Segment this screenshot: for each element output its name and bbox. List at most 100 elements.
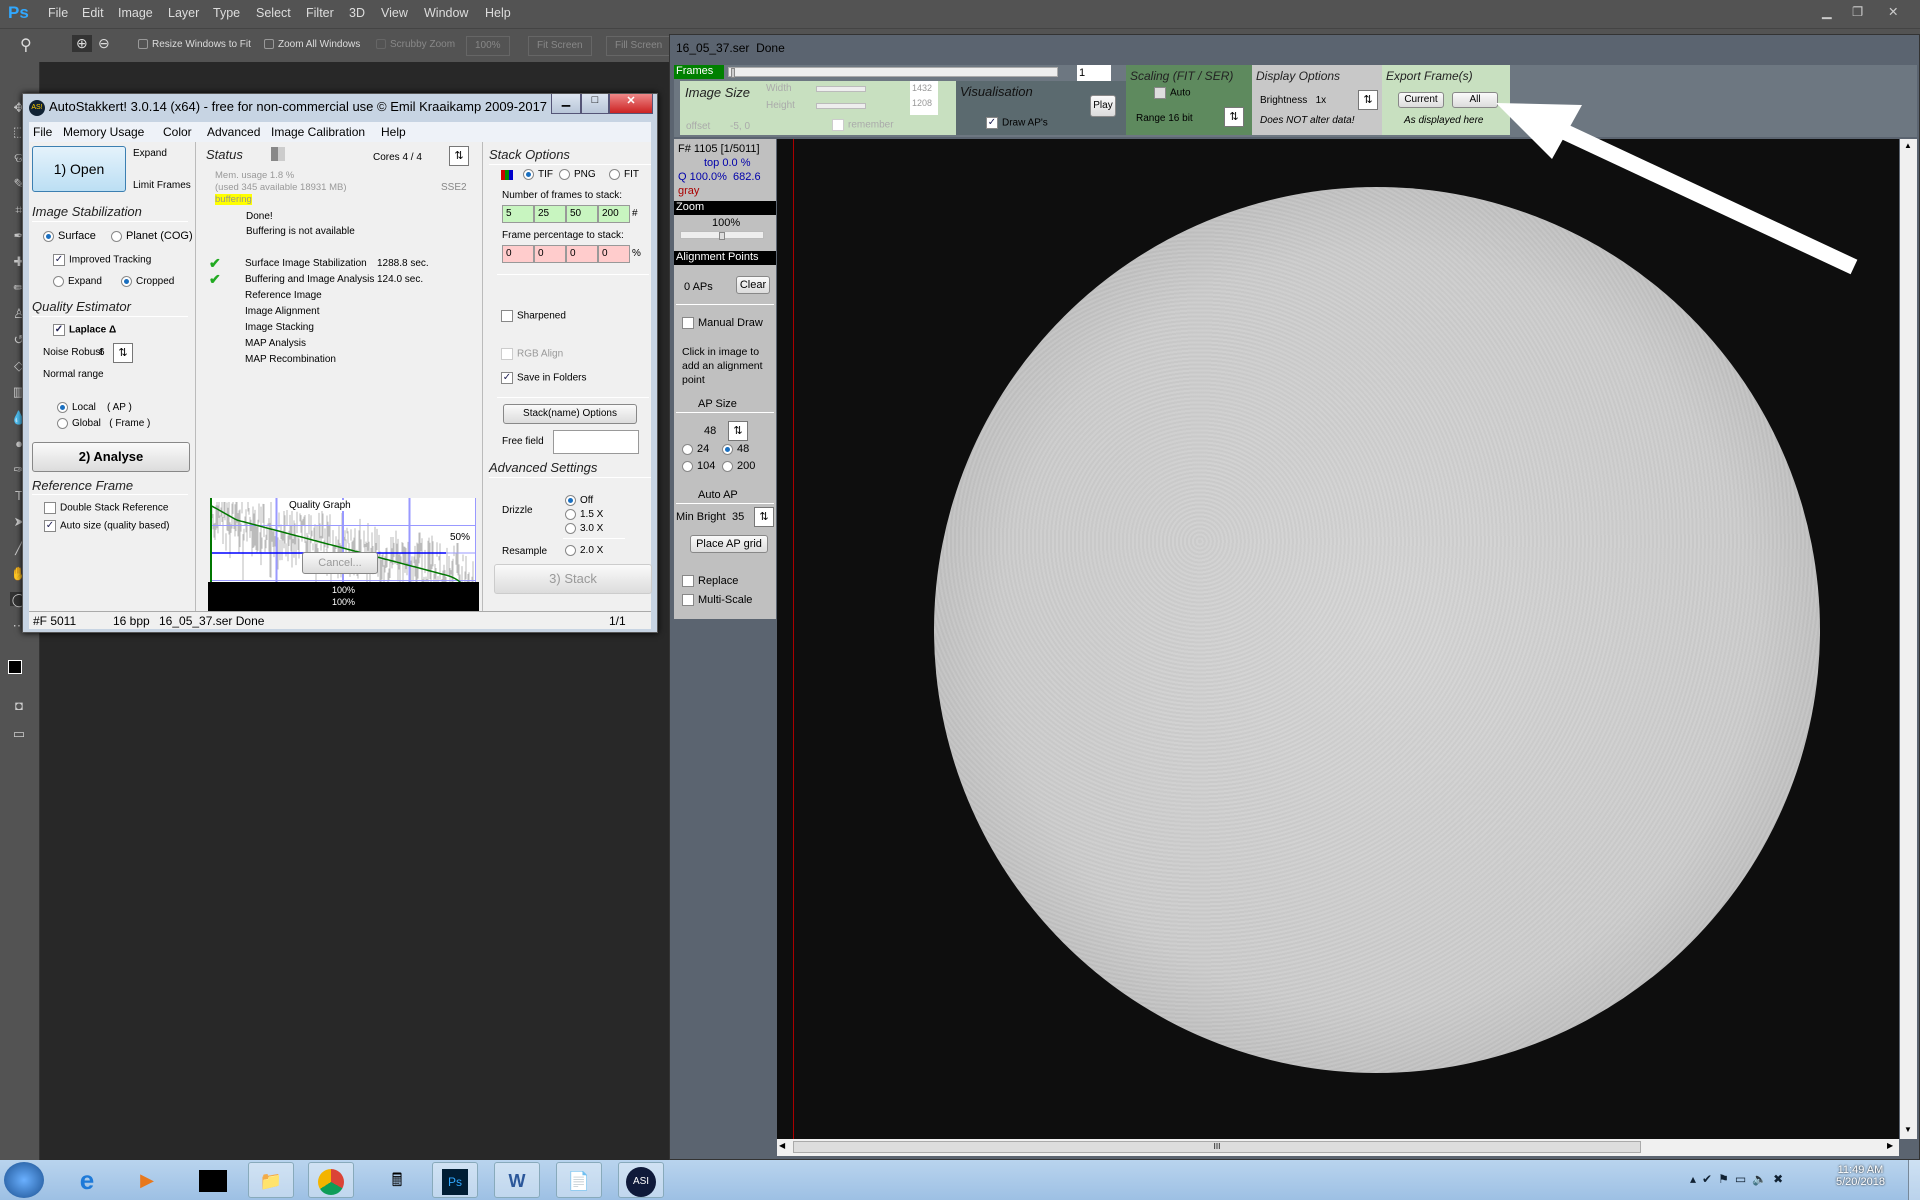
menu-3d[interactable]: 3D bbox=[349, 6, 365, 20]
as-menu-color[interactable]: Color bbox=[163, 125, 192, 139]
file-explorer-icon[interactable]: 📁 bbox=[248, 1162, 294, 1198]
cropped-radio[interactable]: Cropped bbox=[121, 276, 174, 287]
free-field-input[interactable] bbox=[553, 430, 639, 454]
menu-window[interactable]: Window bbox=[424, 6, 468, 20]
ap-size-spinner-icon[interactable]: ⇅ bbox=[728, 421, 748, 441]
hscroll-thumb[interactable]: III bbox=[793, 1141, 1641, 1153]
auto-scaling-checkbox[interactable]: Auto bbox=[1154, 87, 1191, 99]
ap-size-48-radio[interactable]: 48 bbox=[722, 443, 749, 455]
multi-scale-checkbox[interactable]: Multi-Scale bbox=[682, 594, 752, 607]
manual-draw-checkbox[interactable]: Manual Draw bbox=[682, 317, 763, 330]
scroll-up-icon[interactable]: ▲ bbox=[1904, 141, 1912, 150]
chrome-icon[interactable] bbox=[308, 1162, 354, 1198]
png-radio[interactable]: PNG bbox=[559, 169, 596, 180]
global-radio[interactable]: Global ( Frame ) bbox=[57, 418, 150, 429]
width-slider[interactable] bbox=[816, 86, 866, 92]
scroll-left-icon[interactable]: ◀ bbox=[779, 1141, 785, 1150]
auto-size-checkbox[interactable]: ✓ Auto size (quality based) bbox=[44, 520, 170, 532]
save-in-folders-checkbox[interactable]: ✓ Save in Folders bbox=[501, 372, 586, 384]
menu-select[interactable]: Select bbox=[256, 6, 291, 20]
menu-type[interactable]: Type bbox=[213, 6, 240, 20]
calculator-icon[interactable]: 🖩 bbox=[374, 1162, 420, 1198]
notepad-icon[interactable]: 📄 bbox=[556, 1162, 602, 1198]
menu-view[interactable]: View bbox=[381, 6, 408, 20]
drizzle-off-radio[interactable]: Off bbox=[565, 495, 593, 506]
pct-field-4[interactable]: 0 bbox=[598, 245, 630, 263]
show-desktop-button[interactable] bbox=[1908, 1160, 1920, 1200]
resample-20-radio[interactable]: 2.0 X bbox=[565, 545, 603, 556]
fill-screen-button[interactable]: Fill Screen bbox=[606, 36, 672, 56]
media-player-icon[interactable]: ▶ bbox=[124, 1162, 170, 1198]
clear-aps-button[interactable]: Clear bbox=[736, 276, 770, 294]
zoom-slider-thumb[interactable] bbox=[719, 232, 725, 240]
menu-layer[interactable]: Layer bbox=[168, 6, 199, 20]
min-bright-spinner-icon[interactable]: ⇅ bbox=[754, 507, 774, 527]
open-button[interactable]: 1) Open bbox=[32, 146, 126, 192]
frames-slider-thumb[interactable] bbox=[731, 68, 735, 78]
menu-help[interactable]: Help bbox=[485, 6, 511, 20]
stack-button[interactable]: 3) Stack bbox=[494, 564, 652, 594]
menu-filter[interactable]: Filter bbox=[306, 6, 334, 20]
fit-screen-button[interactable]: Fit Screen bbox=[528, 36, 592, 56]
quick-mask-icon[interactable]: ◘ bbox=[10, 698, 28, 713]
surface-radio[interactable]: Surface bbox=[43, 230, 96, 242]
clock[interactable]: 11:49 AM 5/20/2018 bbox=[1836, 1164, 1885, 1188]
zoom-out-icon[interactable]: ⊖ bbox=[98, 35, 110, 52]
foreground-color-swatch[interactable] bbox=[8, 660, 22, 674]
close-icon[interactable]: ✕ bbox=[1888, 4, 1898, 19]
start-button-icon[interactable] bbox=[4, 1162, 44, 1198]
drizzle-30-radio[interactable]: 3.0 X bbox=[565, 523, 603, 534]
height-slider[interactable] bbox=[816, 103, 866, 109]
solar-image-canvas[interactable] bbox=[777, 139, 1899, 1139]
scrubby-zoom-checkbox[interactable]: Scrubby Zoom bbox=[376, 39, 455, 50]
horizontal-scrollbar[interactable]: ◀ III ▶ bbox=[777, 1139, 1899, 1156]
analyse-button[interactable]: 2) Analyse bbox=[32, 442, 190, 472]
zoom-all-windows-checkbox[interactable]: Zoom All Windows bbox=[264, 39, 360, 50]
internet-explorer-icon[interactable]: e bbox=[64, 1162, 110, 1198]
ap-size-200-radio[interactable]: 200 bbox=[722, 460, 755, 472]
fit-radio[interactable]: FIT bbox=[609, 169, 639, 180]
menu-image[interactable]: Image bbox=[118, 6, 153, 20]
resize-windows-checkbox[interactable]: Resize Windows to Fit bbox=[138, 39, 251, 50]
command-prompt-icon[interactable] bbox=[190, 1162, 236, 1198]
frames-field-4[interactable]: 200 bbox=[598, 205, 630, 223]
as-menu-file[interactable]: File bbox=[33, 125, 52, 139]
brightness-spinner-icon[interactable]: ⇅ bbox=[1358, 90, 1378, 110]
pct-field-1[interactable]: 0 bbox=[502, 245, 534, 263]
zoom-in-icon[interactable]: ⊕ bbox=[72, 35, 92, 52]
drizzle-15-radio[interactable]: 1.5 X bbox=[565, 509, 603, 520]
frames-slider[interactable] bbox=[728, 67, 1058, 78]
vertical-scrollbar[interactable]: ▲ ▼ bbox=[1900, 139, 1917, 1139]
rgb-align-checkbox[interactable]: RGB Align bbox=[501, 348, 563, 360]
zoom-slider[interactable] bbox=[680, 231, 764, 240]
remember-checkbox[interactable]: remember bbox=[832, 119, 894, 131]
pct-field-3[interactable]: 0 bbox=[566, 245, 598, 263]
close-button[interactable]: ✕ bbox=[609, 94, 653, 114]
minimize-icon[interactable]: ▁ bbox=[1822, 4, 1832, 19]
restore-icon[interactable]: ❐ bbox=[1852, 4, 1863, 19]
as-menu-calibration[interactable]: Image Calibration bbox=[271, 125, 365, 139]
laplace-checkbox[interactable]: ✓ Laplace Δ bbox=[53, 324, 116, 336]
ap-size-24-radio[interactable]: 24 bbox=[682, 443, 709, 455]
frames-field-3[interactable]: 50 bbox=[566, 205, 598, 223]
expand-radio[interactable]: Expand bbox=[53, 276, 102, 287]
stackname-options-button[interactable]: Stack(name) Options bbox=[503, 404, 637, 424]
export-current-button[interactable]: Current bbox=[1398, 92, 1444, 108]
cores-spinner-icon[interactable]: ⇅ bbox=[449, 146, 469, 166]
color-mode-icon[interactable] bbox=[501, 170, 513, 180]
system-tray-icons[interactable]: ▴✔⚑▭🔈✖ bbox=[1690, 1172, 1789, 1186]
play-button[interactable]: Play bbox=[1090, 95, 1116, 117]
sharpened-checkbox[interactable]: Sharpened bbox=[501, 310, 566, 322]
scroll-down-icon[interactable]: ▼ bbox=[1904, 1125, 1912, 1134]
scroll-right-icon[interactable]: ▶ bbox=[1887, 1141, 1893, 1150]
draw-aps-checkbox[interactable]: ✓ Draw AP's bbox=[986, 117, 1048, 129]
photoshop-taskbar-icon[interactable]: Ps bbox=[432, 1162, 478, 1198]
maximize-button[interactable]: □ bbox=[581, 94, 609, 114]
menu-edit[interactable]: Edit bbox=[82, 6, 104, 20]
minimize-button[interactable]: ▁ bbox=[551, 94, 581, 114]
frames-field-1[interactable]: 5 bbox=[502, 205, 534, 223]
replace-checkbox[interactable]: Replace bbox=[682, 575, 738, 588]
range-spinner-icon[interactable]: ⇅ bbox=[1224, 107, 1244, 127]
ap-size-104-radio[interactable]: 104 bbox=[682, 460, 715, 472]
pct-field-2[interactable]: 0 bbox=[534, 245, 566, 263]
